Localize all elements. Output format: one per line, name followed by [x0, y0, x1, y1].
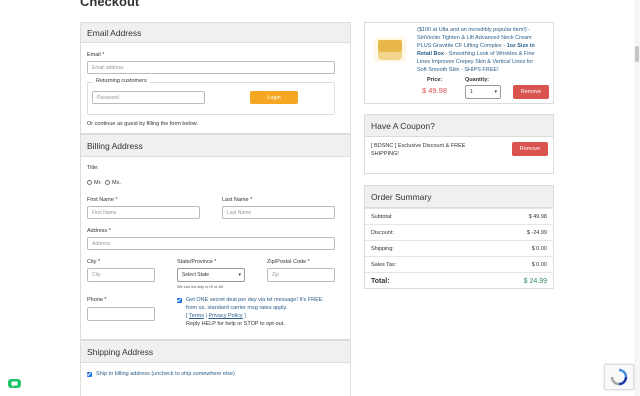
recaptcha-icon — [610, 368, 628, 386]
summary-row-shipping: Shipping: $ 0.00 — [365, 240, 553, 256]
shipping-panel: Shipping Address Ship to billing address… — [80, 340, 351, 396]
state-select[interactable]: Select State ▾ — [177, 268, 245, 282]
sales-tax-value: $ 0.00 — [531, 261, 547, 268]
shipping-value: $ 0.00 — [531, 245, 547, 252]
email-panel: Email Address Email * Email address Retu… — [80, 22, 351, 134]
scrollbar-thumb[interactable] — [635, 46, 639, 62]
product-desc-4-text: - Smoothing Look of Wrinkles & Fine — [445, 51, 535, 57]
remove-coupon-button[interactable]: Remove — [512, 142, 548, 156]
last-name-input[interactable]: Last Name — [222, 206, 335, 219]
summary-row-total: Total: $ 24.99 — [365, 272, 553, 289]
state-label: State/Province * — [177, 259, 217, 265]
summary-row-discount: Discount: $ -24.99 — [365, 224, 553, 240]
terms-link[interactable]: Terms — [189, 313, 204, 319]
summary-row-subtotal: Subtotal: $ 49.98 — [365, 208, 553, 224]
chevron-down-icon: ▾ — [494, 89, 497, 95]
chevron-down-icon: ▾ — [238, 272, 241, 278]
remove-item-button[interactable]: Remove — [513, 85, 549, 99]
city-label: City * — [87, 259, 101, 265]
summary-row-sales-tax: Sales Tax: $ 0.00 — [365, 256, 553, 272]
shipping-label: Shipping: — [371, 245, 394, 252]
product-desc-6: Soft Smooth Skin - SHIPS FREE! — [417, 67, 499, 73]
title-label: Title: — [87, 165, 99, 171]
product-desc-5: Lines Improves Crepey Skin & Vertical Li… — [417, 59, 534, 65]
product-desc-4-bold: Retail Box — [417, 51, 444, 57]
shipping-heading: Shipping Address — [81, 341, 350, 363]
product-desc-4: Retail Box - Smoothing Look of Wrinkles … — [417, 51, 535, 57]
guest-text: Or continue as guest by filling the form… — [87, 121, 198, 127]
state-select-value: Select State — [182, 272, 209, 278]
city-input[interactable]: City — [87, 268, 155, 282]
zip-input[interactable]: Zip — [267, 268, 335, 282]
privacy-policy-link[interactable]: Privacy Policy — [208, 313, 242, 319]
billing-heading: Billing Address — [81, 135, 350, 157]
product-desc-3-bold: 1oz Size in — [506, 43, 535, 49]
address-input[interactable]: Address — [87, 237, 335, 250]
phone-label: Phone * — [87, 297, 107, 303]
bracket-open: [ — [186, 313, 188, 319]
billing-panel: Billing Address Title: Mr. Ms. First Nam… — [80, 134, 351, 340]
chat-bubble-icon — [11, 381, 18, 387]
coupon-line-2: SHIPPING! — [371, 151, 399, 157]
ms-radio[interactable] — [105, 180, 110, 185]
zip-label: Zip/Postal Code * — [267, 259, 310, 265]
sms-text-2: from us, standard carrier msg rates appl… — [186, 305, 288, 311]
sales-tax-label: Sales Tax: — [371, 261, 397, 268]
sms-optin-checkbox[interactable] — [177, 298, 182, 303]
link-separator: | — [205, 313, 207, 319]
ms-label: Ms. — [112, 180, 121, 186]
ship-to-billing-label: Ship to billing address (uncheck to ship… — [96, 371, 235, 377]
quantity-select[interactable]: 1 ▾ — [465, 85, 501, 99]
quantity-label: Quantity: — [465, 77, 490, 83]
password-input[interactable]: Password — [92, 91, 205, 104]
discount-label: Discount: — [371, 229, 394, 236]
phone-input[interactable] — [87, 307, 155, 321]
login-button[interactable]: Login — [250, 91, 298, 104]
coupon-heading: Have A Coupon? — [365, 115, 553, 137]
first-name-label: First Name * — [87, 197, 118, 203]
product-desc-1: ($100 at Ulta and an incredibly popular … — [417, 27, 531, 33]
sms-text-3: Reply HELP for help or STOP to opt-out. — [186, 321, 285, 327]
product-desc-2: StriVectin Tighten & Lift Advanced Neck … — [417, 35, 532, 41]
mr-radio[interactable] — [87, 180, 92, 185]
page-title: Checkout — [80, 0, 140, 9]
recaptcha-badge — [604, 364, 634, 390]
sms-text-1: Get ONE secret deal per day via txt mess… — [186, 297, 323, 303]
discount-value: $ -24.99 — [526, 229, 547, 236]
ship-to-billing-checkbox[interactable] — [87, 372, 92, 377]
state-note: We can not ship to HI or AK — [177, 285, 224, 289]
product-desc-3-text: PLUS Gravitite CF Lifting Complex - — [417, 43, 506, 49]
email-label: Email * — [87, 52, 105, 58]
chat-button[interactable] — [8, 379, 21, 388]
order-summary-heading: Order Summary — [365, 186, 553, 208]
price-label: Price: — [427, 77, 443, 83]
product-desc-3: PLUS Gravitite CF Lifting Complex - 1oz … — [417, 43, 535, 49]
email-heading: Email Address — [81, 23, 350, 43]
returning-customers-legend: Returning customers — [93, 78, 150, 84]
coupon-line-1: [ BDSNC ] Exclusive Discount & FREE — [371, 143, 466, 149]
total-label: Total: — [371, 277, 390, 285]
subtotal-value: $ 49.98 — [528, 213, 547, 220]
page-scrollbar[interactable] — [634, 0, 640, 396]
first-name-input[interactable]: First Name — [87, 206, 200, 219]
bracket-close: ] — [244, 313, 246, 319]
cart-item-panel: ($100 at Ulta and an incredibly popular … — [364, 22, 554, 104]
quantity-value: 1 — [470, 89, 473, 95]
product-image — [371, 34, 409, 64]
mr-label: Mr. — [94, 180, 102, 186]
total-value: $ 24.99 — [523, 277, 547, 285]
last-name-label: Last Name * — [222, 197, 253, 203]
sms-links-line: [ Terms | Privacy Policy ] — [186, 313, 246, 319]
email-input[interactable]: Email address — [87, 61, 335, 74]
price-value: $ 49.98 — [422, 86, 448, 95]
address-label: Address * — [87, 228, 111, 234]
subtotal-label: Subtotal: — [371, 213, 393, 220]
coupon-panel: Have A Coupon? [ BDSNC ] Exclusive Disco… — [364, 114, 554, 174]
order-summary-panel: Order Summary Subtotal: $ 49.98 Discount… — [364, 185, 554, 289]
